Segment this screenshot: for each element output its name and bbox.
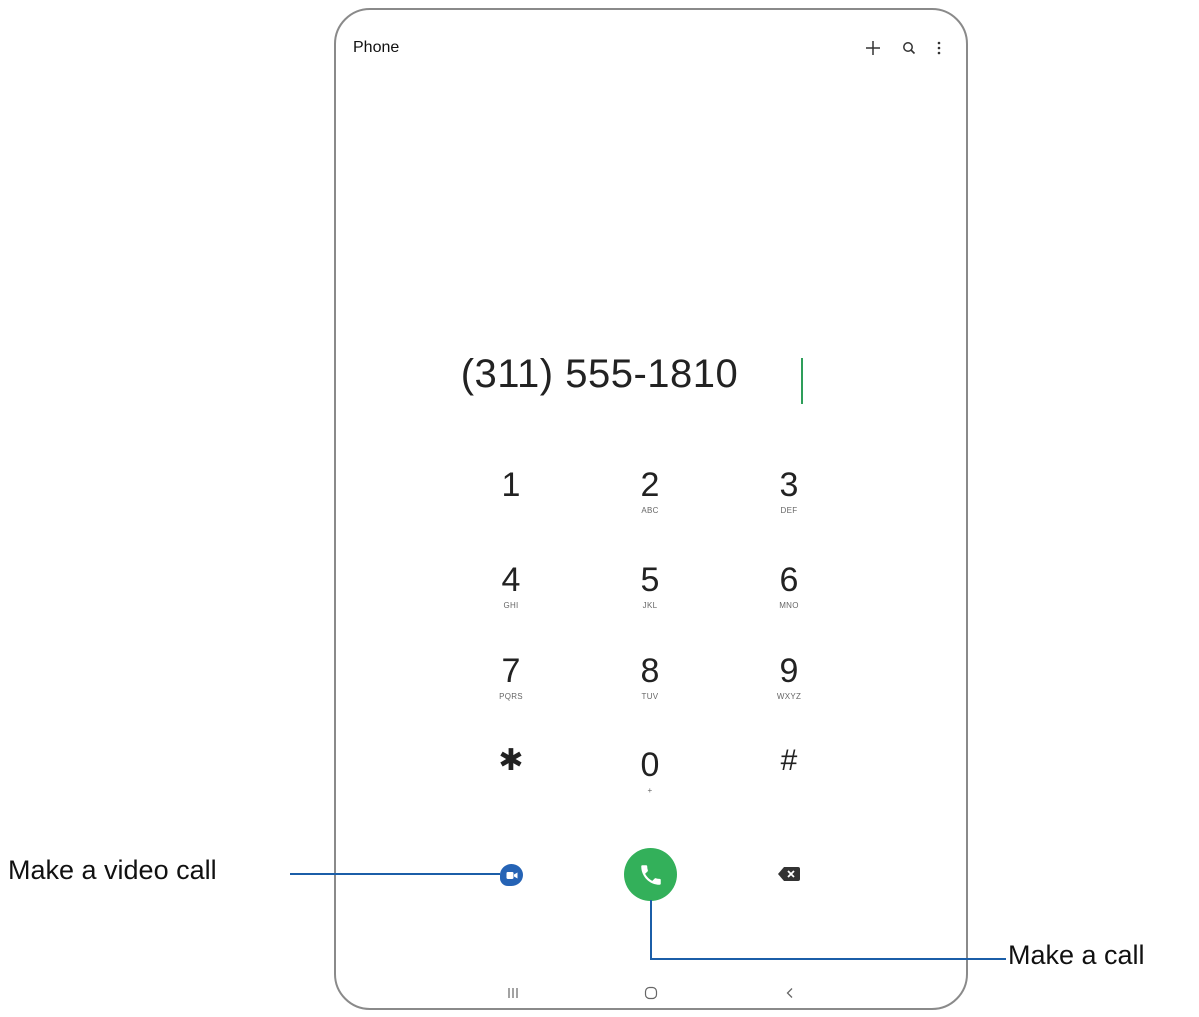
video-call-callout-line xyxy=(290,873,500,875)
app-title: Phone xyxy=(353,39,400,56)
call-button[interactable] xyxy=(624,848,677,901)
key-digit: 3 xyxy=(779,466,799,504)
key-digit: # xyxy=(780,744,798,777)
key-7[interactable]: 7 PQRS xyxy=(466,651,556,731)
key-digit: 8 xyxy=(640,652,660,690)
call-callout-label: Make a call xyxy=(1008,940,1145,970)
key-3[interactable]: 3 DEF xyxy=(744,465,834,545)
key-letters: ABC xyxy=(641,506,659,515)
key-2[interactable]: 2 ABC xyxy=(605,465,695,545)
key-hash[interactable]: # xyxy=(744,741,834,821)
key-6[interactable]: 6 MNO xyxy=(744,560,834,640)
recents-button[interactable] xyxy=(498,983,528,1003)
key-4[interactable]: 4 GHI xyxy=(466,560,556,640)
key-letters: MNO xyxy=(779,601,799,610)
key-letters: + xyxy=(647,786,653,795)
dialed-number[interactable]: (311) 555-1810 xyxy=(0,352,1199,397)
key-digit: ✱ xyxy=(498,744,524,777)
key-1[interactable]: 1 xyxy=(466,465,556,545)
video-call-icon xyxy=(506,871,517,879)
video-call-button[interactable] xyxy=(500,864,523,886)
text-cursor xyxy=(801,358,803,404)
key-letters: DEF xyxy=(780,506,798,515)
key-digit: 9 xyxy=(779,652,799,690)
call-callout-line-horizontal xyxy=(650,958,1006,960)
search-icon[interactable] xyxy=(898,36,920,60)
backspace-button[interactable] xyxy=(776,864,802,884)
key-letters: TUV xyxy=(641,692,659,701)
key-digit: 2 xyxy=(640,466,660,504)
call-callout-line-vertical xyxy=(650,900,652,960)
key-digit: 5 xyxy=(640,561,660,599)
key-digit: 6 xyxy=(779,561,799,599)
key-digit: 7 xyxy=(501,652,521,690)
key-star[interactable]: ✱ xyxy=(466,741,556,821)
key-0[interactable]: 0 + xyxy=(605,745,695,825)
key-letters: GHI xyxy=(503,601,519,610)
key-letters: WXYZ xyxy=(776,692,802,701)
key-5[interactable]: 5 JKL xyxy=(605,560,695,640)
stage: Phone (311) 555-1810 1 2 ABC 3 DEF 4 GHI xyxy=(0,0,1199,1017)
key-digit: 0 xyxy=(640,746,660,784)
home-button[interactable] xyxy=(636,983,666,1003)
phone-icon xyxy=(640,864,661,885)
key-digit: 4 xyxy=(501,561,521,599)
more-vert-icon[interactable] xyxy=(928,36,950,60)
backspace-icon xyxy=(778,867,800,881)
key-9[interactable]: 9 WXYZ xyxy=(744,651,834,731)
key-digit: 1 xyxy=(501,466,521,504)
video-call-callout-label: Make a video call xyxy=(8,855,217,885)
home-icon xyxy=(644,986,658,1000)
key-letters: JKL xyxy=(642,601,658,610)
back-icon xyxy=(786,988,793,998)
key-letters: PQRS xyxy=(499,692,523,701)
key-8[interactable]: 8 TUV xyxy=(605,651,695,731)
plus-icon[interactable] xyxy=(862,36,884,60)
back-button[interactable] xyxy=(775,983,805,1003)
recents-icon xyxy=(508,988,518,998)
